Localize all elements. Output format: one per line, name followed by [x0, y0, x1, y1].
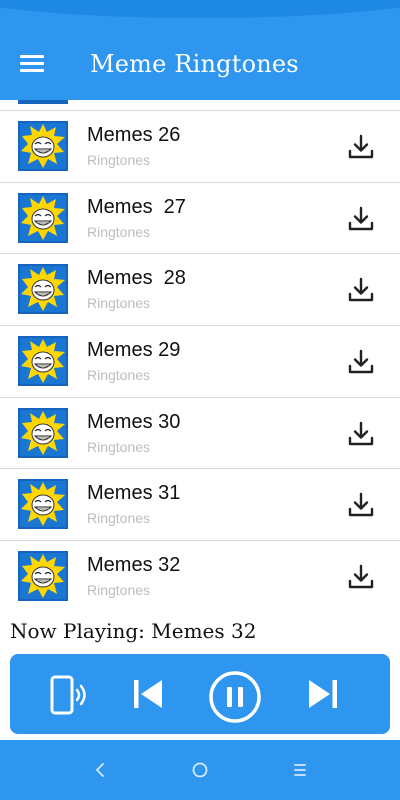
home-icon[interactable]: [188, 758, 212, 782]
download-icon[interactable]: [346, 204, 376, 234]
recent-apps-icon[interactable]: [288, 758, 312, 782]
troll-face-thumbnail-icon: [18, 336, 68, 387]
ringtone-title: Memes 31: [87, 482, 181, 505]
ringtone-list[interactable]: Memes 26 Ringtones Memes 27 Ringtones Memes …: [0, 100, 400, 612]
list-item[interactable]: Memes 26 Ringtones: [0, 111, 400, 183]
ringtone-subtitle: Ringtones: [87, 223, 151, 240]
download-icon[interactable]: [346, 347, 376, 377]
ringtone-title: Memes 26: [87, 124, 181, 146]
list-item[interactable]: Memes 29 Ringtones: [0, 326, 400, 398]
now-playing-label: Now Playing: Memes 32: [10, 619, 257, 643]
list-item[interactable]: Memes 27 Ringtones: [0, 183, 400, 255]
ringtone-subtitle: Ringtones: [87, 582, 151, 599]
troll-face-thumbnail-icon: [18, 100, 68, 104]
ringtone-title: Memes 29: [87, 339, 181, 362]
list-item[interactable]: Memes 31 Ringtones: [0, 469, 400, 542]
troll-face-thumbnail-icon: [18, 479, 68, 530]
troll-face-thumbnail-icon: [18, 192, 68, 243]
ringtone-subtitle: Ringtones: [87, 367, 151, 384]
list-item[interactable]: Memes 32 Ringtones: [0, 541, 400, 612]
back-icon[interactable]: [88, 758, 112, 782]
app-bar: Meme Ringtones: [0, 0, 400, 100]
ringtone-title: Memes 32: [87, 554, 181, 577]
list-item[interactable]: Memes 30 Ringtones: [0, 398, 400, 470]
ringtone-subtitle: Ringtones: [87, 295, 151, 312]
download-icon[interactable]: [346, 419, 376, 449]
ringtone-title: Memes 30: [87, 410, 181, 433]
skip-previous-icon[interactable]: [130, 676, 166, 712]
app-title: Meme Ringtones: [90, 50, 299, 78]
skip-next-icon[interactable]: [305, 676, 341, 712]
download-icon[interactable]: [346, 490, 376, 520]
player-controls: [10, 654, 390, 734]
system-navigation-bar: [0, 740, 400, 800]
app-screen: Meme Ringtones Memes 26 Ringtones Memes 27…: [0, 0, 400, 800]
troll-face-thumbnail-icon: [18, 121, 68, 171]
ringtone-subtitle: Ringtones: [87, 152, 151, 168]
app-bar-wave-decoration: [0, 0, 400, 18]
pause-icon[interactable]: [208, 670, 262, 724]
set-ringtone-phone-icon[interactable]: [48, 674, 90, 716]
ringtone-title: Memes 27: [87, 195, 186, 218]
download-icon[interactable]: [346, 562, 376, 592]
download-icon[interactable]: [346, 132, 376, 162]
ringtone-subtitle: Ringtones: [87, 438, 151, 455]
hamburger-menu-icon[interactable]: [20, 52, 50, 78]
troll-face-thumbnail-icon: [18, 264, 68, 315]
ringtone-subtitle: Ringtones: [87, 510, 151, 527]
troll-face-thumbnail-icon: [18, 551, 68, 602]
troll-face-thumbnail-icon: [18, 407, 68, 458]
download-icon[interactable]: [346, 275, 376, 305]
ringtone-title: Memes 28: [87, 267, 186, 290]
list-item[interactable]: Memes 28 Ringtones: [0, 254, 400, 327]
partially-scrolled-row: [0, 100, 400, 111]
